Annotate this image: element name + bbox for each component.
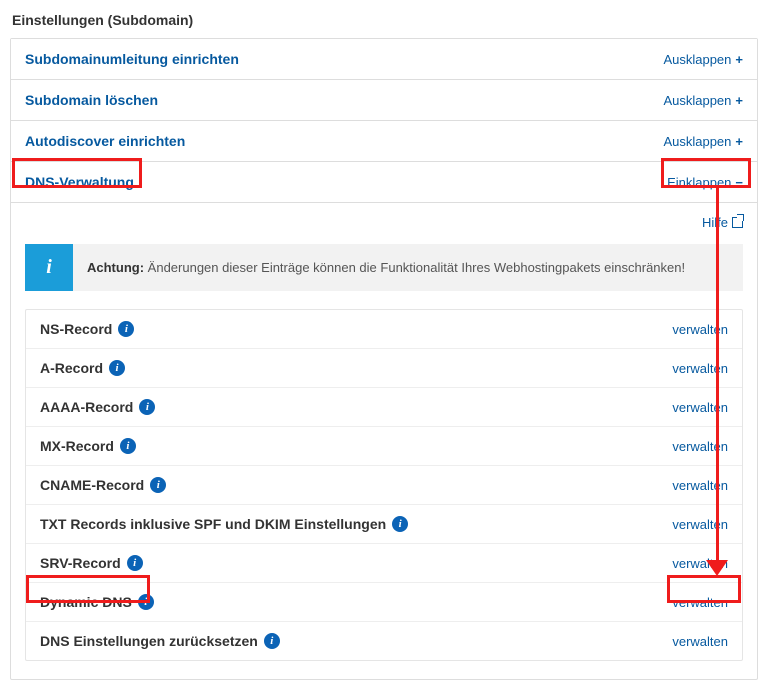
minus-icon: − — [735, 175, 743, 190]
manage-link[interactable]: verwalten — [672, 400, 728, 415]
manage-link[interactable]: verwalten — [672, 322, 728, 337]
section-autodiscover: Autodiscover einrichten Ausklappen + — [11, 120, 757, 161]
info-icon[interactable]: i — [150, 477, 166, 493]
record-label: TXT Records inklusive SPF und DKIM Einst… — [40, 516, 386, 532]
section-title: DNS-Verwaltung — [25, 174, 134, 190]
record-name: TXT Records inklusive SPF und DKIM Einst… — [40, 516, 408, 532]
section-title: Autodiscover einrichten — [25, 133, 185, 149]
record-a: A-Record i verwalten — [26, 348, 742, 387]
alert-text: Achtung: Änderungen dieser Einträge könn… — [73, 244, 699, 291]
toggle-label: Ausklappen — [663, 93, 731, 108]
info-icon[interactable]: i — [120, 438, 136, 454]
record-name: CNAME-Record i — [40, 477, 166, 493]
section-header[interactable]: Subdomainumleitung einrichten Ausklappen… — [11, 39, 757, 79]
record-name: NS-Record i — [40, 321, 134, 337]
manage-link[interactable]: verwalten — [672, 595, 728, 610]
section-subdomain-redirect: Subdomainumleitung einrichten Ausklappen… — [11, 39, 757, 79]
plus-icon: + — [735, 52, 743, 67]
record-name: MX-Record i — [40, 438, 136, 454]
section-header[interactable]: DNS-Verwaltung Einklappen − — [11, 162, 757, 202]
collapse-toggle[interactable]: Einklappen − — [667, 175, 743, 190]
record-name: Dynamic DNS i — [40, 594, 154, 610]
help-link[interactable]: Hilfe — [702, 215, 743, 230]
record-label: CNAME-Record — [40, 477, 144, 493]
manage-link[interactable]: verwalten — [672, 478, 728, 493]
record-aaaa: AAAA-Record i verwalten — [26, 387, 742, 426]
section-body-dns: Hilfe i Achtung: Änderungen dieser Eintr… — [11, 202, 757, 679]
manage-link[interactable]: verwalten — [672, 634, 728, 649]
section-header[interactable]: Autodiscover einrichten Ausklappen + — [11, 121, 757, 161]
record-label: A-Record — [40, 360, 103, 376]
settings-accordion: Subdomainumleitung einrichten Ausklappen… — [10, 38, 758, 680]
record-dns-reset: DNS Einstellungen zurücksetzen i verwalt… — [26, 621, 742, 660]
dns-record-list: NS-Record i verwalten A-Record i verwalt… — [25, 309, 743, 661]
plus-icon: + — [735, 93, 743, 108]
manage-link[interactable]: verwalten — [672, 439, 728, 454]
record-srv: SRV-Record i verwalten — [26, 543, 742, 582]
toggle-label: Ausklappen — [663, 134, 731, 149]
expand-toggle[interactable]: Ausklappen + — [663, 93, 743, 108]
help-row: Hilfe — [25, 203, 743, 236]
record-label: Dynamic DNS — [40, 594, 132, 610]
record-label: MX-Record — [40, 438, 114, 454]
manage-link[interactable]: verwalten — [672, 361, 728, 376]
record-name: SRV-Record i — [40, 555, 143, 571]
record-label: DNS Einstellungen zurücksetzen — [40, 633, 258, 649]
page-title: Einstellungen (Subdomain) — [10, 8, 758, 38]
manage-link[interactable]: verwalten — [672, 556, 728, 571]
record-txt: TXT Records inklusive SPF und DKIM Einst… — [26, 504, 742, 543]
info-icon[interactable]: i — [109, 360, 125, 376]
toggle-label: Ausklappen — [663, 52, 731, 67]
info-icon[interactable]: i — [138, 594, 154, 610]
section-header[interactable]: Subdomain löschen Ausklappen + — [11, 80, 757, 120]
expand-toggle[interactable]: Ausklappen + — [663, 134, 743, 149]
record-label: AAAA-Record — [40, 399, 133, 415]
section-subdomain-delete: Subdomain löschen Ausklappen + — [11, 79, 757, 120]
alert-body: Änderungen dieser Einträge können die Fu… — [148, 260, 685, 275]
record-mx: MX-Record i verwalten — [26, 426, 742, 465]
info-icon[interactable]: i — [264, 633, 280, 649]
plus-icon: + — [735, 134, 743, 149]
record-name: A-Record i — [40, 360, 125, 376]
manage-link[interactable]: verwalten — [672, 517, 728, 532]
record-label: SRV-Record — [40, 555, 121, 571]
record-ns: NS-Record i verwalten — [26, 310, 742, 348]
info-icon[interactable]: i — [392, 516, 408, 532]
record-cname: CNAME-Record i verwalten — [26, 465, 742, 504]
help-label: Hilfe — [702, 215, 728, 230]
record-name: AAAA-Record i — [40, 399, 155, 415]
section-dns-management: DNS-Verwaltung Einklappen − Hilfe i Acht… — [11, 161, 757, 679]
alert-prefix: Achtung: — [87, 260, 144, 275]
info-icon[interactable]: i — [139, 399, 155, 415]
section-title: Subdomainumleitung einrichten — [25, 51, 239, 67]
record-dynamic-dns: Dynamic DNS i verwalten — [26, 582, 742, 621]
record-name: DNS Einstellungen zurücksetzen i — [40, 633, 280, 649]
expand-toggle[interactable]: Ausklappen + — [663, 52, 743, 67]
external-link-icon — [732, 217, 743, 228]
info-icon[interactable]: i — [127, 555, 143, 571]
record-label: NS-Record — [40, 321, 112, 337]
toggle-label: Einklappen — [667, 175, 731, 190]
info-icon[interactable]: i — [118, 321, 134, 337]
info-icon: i — [25, 244, 73, 291]
warning-alert: i Achtung: Änderungen dieser Einträge kö… — [25, 244, 743, 291]
section-title: Subdomain löschen — [25, 92, 158, 108]
